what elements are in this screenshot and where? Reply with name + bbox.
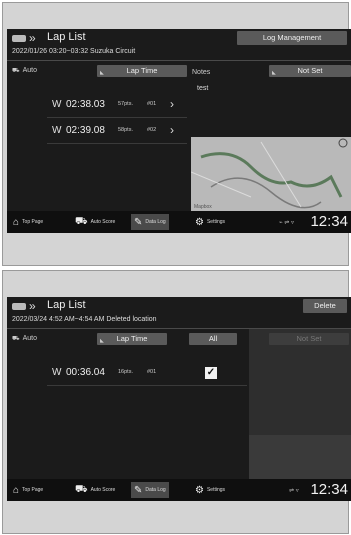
log-management-button[interactable]: Log Management [237, 31, 347, 45]
clock: 12:34 [310, 213, 348, 230]
sort-lap-time-button[interactable]: ◣ Lap Time [97, 333, 167, 345]
bottom-nav-bar: ⌂ Top Page ⛟ Auto Score ✎ Data Log ⚙ Setting… [7, 479, 351, 501]
data-log-icon: ✎ [134, 484, 143, 496]
settings-icon: ⚙ [195, 216, 204, 228]
notes-not-set-button[interactable]: ◣ Not Set [269, 65, 351, 77]
lap-time: 02:38.03 [66, 99, 105, 110]
page-title: Lap List [47, 299, 86, 311]
auto-mode-label: ⛟ Auto [12, 67, 37, 74]
brand-logo-icon [12, 35, 26, 42]
lap-number: #01 [147, 369, 157, 375]
row-divider [47, 143, 187, 144]
lap-row-2[interactable]: W 02:39.08 58pts. #02 › [52, 123, 182, 141]
bottom-nav-bar: ⌂ Top Page ⛟ Auto Score ✎ Data Log ⚙ Setting… [7, 211, 351, 233]
divider [7, 60, 351, 61]
home-icon: ⌂ [13, 216, 20, 228]
car-icon: ⛟ [12, 68, 20, 74]
nav-top-page[interactable]: ⌂ Top Page [13, 482, 43, 498]
breadcrumb-chevron-icon: » [29, 31, 36, 45]
lap-marker-icon: W [52, 99, 62, 110]
notes-label: Notes [192, 69, 211, 76]
lap-points: 57pts. [118, 101, 133, 107]
car-icon: ⛟ [12, 336, 20, 342]
nav-auto-score[interactable]: ⛟ Auto Score [75, 482, 115, 498]
map-credit: Mapbox [194, 204, 212, 210]
chevron-right-icon: › [170, 97, 174, 111]
session-info: 2022/01/26 03:20~03:32 Suzuka Circuit [12, 48, 136, 55]
nav-data-log[interactable]: ✎ Data Log [131, 214, 169, 230]
lap-row-1[interactable]: W 02:38.03 57pts. #01 › [52, 97, 182, 115]
breadcrumb-chevron-icon: » [29, 299, 36, 313]
nav-data-log[interactable]: ✎ Data Log [131, 482, 169, 498]
track-map[interactable]: Mapbox [191, 137, 351, 211]
lap-time: 00:36.04 [66, 367, 105, 378]
lap-number: #01 [147, 101, 157, 107]
select-all-button[interactable]: All [189, 333, 237, 345]
clock: 12:34 [310, 481, 348, 498]
lap-list-screen-1: » Lap List Log Management 2022/01/26 03:… [7, 29, 351, 233]
settings-icon: ⚙ [195, 484, 204, 496]
home-icon: ⌂ [13, 484, 20, 496]
title-bar: » Lap List Log Management [7, 29, 351, 47]
notes-not-set-button: Not Set [269, 333, 349, 345]
lap-marker-icon: W [52, 367, 62, 378]
lap-points: 58pts. [118, 127, 133, 133]
dropdown-triangle-icon: ◣ [272, 70, 276, 76]
row-divider [47, 385, 247, 386]
nav-settings[interactable]: ⚙ Settings [195, 214, 225, 230]
nav-settings[interactable]: ⚙ Settings [195, 482, 225, 498]
car-icon: ⛟ [75, 215, 88, 227]
title-bar: » Lap List Delete [7, 297, 351, 315]
disabled-notes-panel: Not Set [249, 329, 351, 479]
lap-time: 02:39.08 [66, 125, 105, 136]
sort-lap-time-button[interactable]: ◣ Lap Time [97, 65, 187, 77]
delete-button[interactable]: Delete [303, 299, 347, 313]
dropdown-triangle-icon: ◣ [100, 338, 104, 344]
notes-text: test [197, 85, 209, 92]
lap-number: #02 [147, 127, 157, 133]
track-map-svg [191, 138, 348, 209]
nav-top-page[interactable]: ⌂ Top Page [13, 214, 43, 230]
dropdown-triangle-icon: ◣ [100, 70, 104, 76]
brand-logo-icon [12, 303, 26, 310]
auto-mode-label: ⛟ Auto [12, 335, 37, 342]
nav-auto-score[interactable]: ⛟ Auto Score [75, 214, 115, 230]
data-log-icon: ✎ [134, 216, 143, 228]
lap-list-screen-2: » Lap List Delete 2022/03/24 4:52 AM~4:5… [7, 297, 351, 501]
row-divider [47, 117, 187, 118]
car-icon: ⛟ [75, 483, 88, 495]
status-icons: ⌁ ⇌ ▿ [279, 220, 294, 226]
page-title: Lap List [47, 31, 86, 43]
status-icons: ⇌ ▿ [289, 488, 299, 494]
lap-marker-icon: W [52, 125, 62, 136]
screenshot-panel-2: » Lap List Delete 2022/03/24 4:52 AM~4:5… [2, 270, 351, 534]
lap-points: 16pts. [118, 369, 133, 375]
session-info: 2022/03/24 4:52 AM~4:54 AM Deleted locat… [12, 316, 157, 323]
chevron-right-icon: › [170, 123, 174, 137]
dimmed-map [249, 435, 351, 479]
screenshot-panel-1: » Lap List Log Management 2022/01/26 03:… [2, 2, 351, 266]
lap-select-checkbox[interactable]: ✓ [205, 367, 217, 379]
